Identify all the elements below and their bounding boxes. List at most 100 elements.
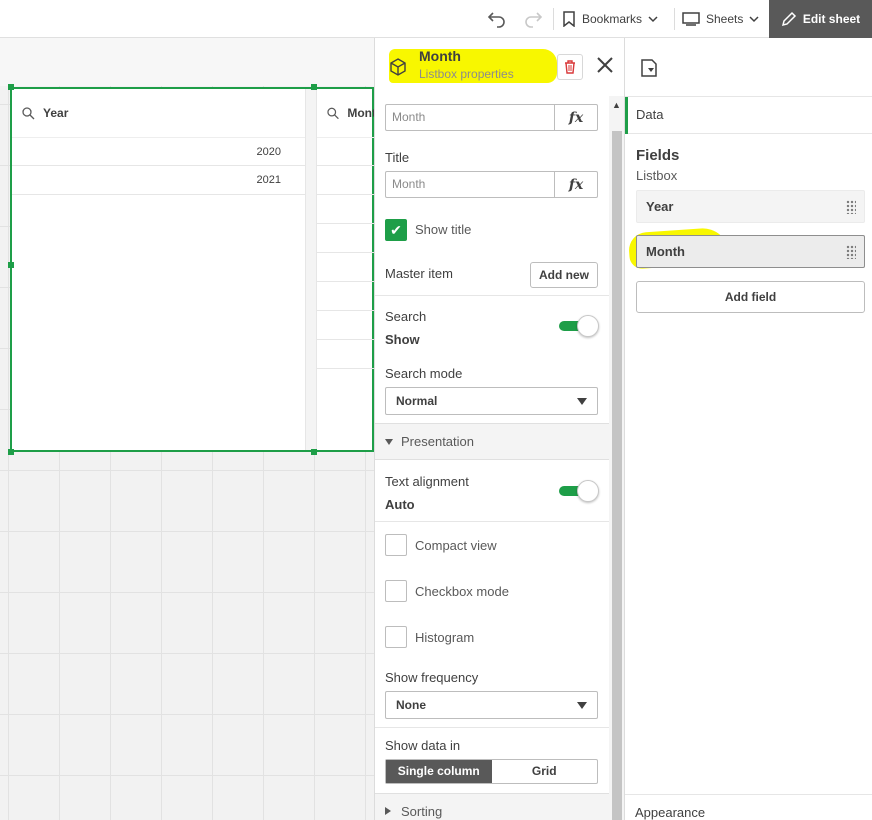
search-mode-select[interactable]: Normal	[385, 387, 598, 415]
text-alignment-label: Text alignment	[385, 474, 469, 489]
properties-body: Month fx Title Month fx ✔ Show title Mas…	[375, 96, 609, 820]
listbox-header[interactable]: Mont	[317, 89, 376, 137]
field-item-year[interactable]: Year	[636, 190, 865, 223]
drag-handle-icon[interactable]	[846, 245, 856, 259]
title-input[interactable]: Month fx	[385, 171, 598, 198]
undo-icon[interactable]	[486, 8, 508, 30]
data-panel: Data Fields Listbox Year Month Add field…	[624, 38, 872, 820]
add-new-button[interactable]: Add new	[530, 262, 598, 288]
listbox-title: Year	[43, 106, 69, 120]
field-item-label: Year	[646, 199, 674, 214]
field-expression-input[interactable]: Month fx	[385, 104, 598, 131]
caret-down-icon	[577, 398, 587, 405]
divider	[375, 295, 609, 296]
data-tab-bar: Data	[625, 96, 872, 134]
divider	[375, 727, 609, 728]
show-frequency-select[interactable]: None	[385, 691, 598, 719]
resize-handle[interactable]	[8, 262, 14, 268]
scroll-up-icon[interactable]: ▲	[612, 100, 621, 110]
properties-title: Month	[419, 48, 461, 64]
add-field-button[interactable]: Add field	[636, 281, 865, 313]
histogram-checkbox[interactable]	[385, 626, 407, 648]
redo-icon[interactable]	[522, 8, 544, 30]
bookmarks-label: Bookmarks	[582, 12, 643, 26]
presentation-label: Presentation	[401, 434, 474, 449]
resize-handle[interactable]	[311, 449, 317, 455]
text-alignment-value: Auto	[385, 497, 415, 512]
search-toggle[interactable]	[559, 315, 599, 337]
grid-option[interactable]: Grid	[492, 760, 598, 783]
properties-panel: Month Listbox properties Month fx Title …	[374, 38, 625, 820]
list-item[interactable]	[317, 282, 376, 311]
scrollbar-thumb[interactable]	[612, 131, 622, 820]
compact-view-label: Compact view	[415, 538, 497, 553]
fields-title: Fields	[636, 147, 680, 164]
list-item[interactable]	[317, 311, 376, 340]
canvas-header-area	[0, 38, 374, 86]
list-item[interactable]	[317, 224, 376, 253]
show-title-label: Show title	[415, 222, 472, 237]
list-item[interactable]	[317, 195, 376, 224]
presentation-section-header[interactable]: Presentation	[375, 423, 609, 460]
edit-sheet-label: Edit sheet	[802, 12, 861, 26]
search-value: Show	[385, 332, 420, 347]
search-icon	[22, 106, 35, 119]
title-label: Title	[385, 150, 410, 165]
resize-handle[interactable]	[8, 449, 14, 455]
list-item[interactable]	[317, 340, 376, 369]
chevron-down-icon	[749, 16, 759, 23]
checkbox-mode-label: Checkbox mode	[415, 584, 509, 599]
column-gap	[306, 89, 316, 450]
field-value: Month	[392, 110, 426, 124]
caret-down-icon	[577, 702, 587, 709]
cube-icon	[390, 58, 406, 76]
show-title-checkbox[interactable]: ✔	[385, 219, 407, 241]
field-item-label: Month	[646, 244, 685, 259]
compact-view-checkbox[interactable]	[385, 534, 407, 556]
show-data-in-toggle: Single column Grid	[385, 759, 598, 784]
listbox-year[interactable]: Year 2020 2021	[12, 89, 306, 450]
listbox-header[interactable]: Year	[12, 89, 305, 137]
panel-toggle-icon[interactable]	[639, 58, 659, 78]
list-item[interactable]: 2021	[12, 166, 305, 195]
search-mode-value: Normal	[396, 394, 438, 408]
resize-handle[interactable]	[8, 84, 14, 90]
list-item[interactable]	[317, 253, 376, 282]
listbox-title: Mont	[347, 106, 376, 120]
caret-right-icon	[385, 807, 391, 815]
single-column-option[interactable]: Single column	[386, 760, 492, 783]
fx-expression-icon[interactable]: fx	[554, 105, 597, 130]
close-icon[interactable]	[596, 53, 614, 81]
sorting-section-header[interactable]: Sorting	[375, 793, 609, 820]
sheets-icon	[682, 12, 700, 26]
bookmarks-button[interactable]: Bookmarks	[562, 0, 658, 38]
show-data-in-label: Show data in	[385, 738, 461, 753]
field-item-month[interactable]: Month	[636, 235, 865, 268]
tab-data[interactable]: Data	[625, 97, 663, 134]
chevron-down-icon	[648, 16, 658, 23]
list-item[interactable]	[317, 137, 376, 166]
checkbox-mode-checkbox[interactable]	[385, 580, 407, 602]
sheets-button[interactable]: Sheets	[682, 0, 759, 38]
caret-down-icon	[385, 439, 393, 445]
search-mode-label: Search mode	[385, 366, 463, 381]
appearance-tab[interactable]: Appearance	[625, 794, 872, 820]
histogram-label: Histogram	[415, 630, 475, 645]
drag-handle-icon[interactable]	[846, 200, 856, 214]
divider	[375, 521, 609, 522]
title-value: Month	[392, 177, 426, 191]
top-toolbar: Bookmarks Sheets Edit sheet	[0, 0, 872, 38]
list-item[interactable]: 2020	[12, 137, 305, 166]
edit-sheet-button[interactable]: Edit sheet	[769, 0, 872, 38]
fields-subtitle: Listbox	[636, 168, 678, 183]
resize-handle[interactable]	[311, 84, 317, 90]
pencil-icon	[781, 11, 796, 27]
master-item-label: Master item	[385, 266, 453, 281]
search-label: Search	[385, 309, 427, 324]
fx-expression-icon[interactable]: fx	[554, 172, 597, 197]
list-item[interactable]	[317, 166, 376, 195]
delete-button[interactable]	[557, 54, 583, 80]
listbox-month[interactable]: Mont	[316, 89, 376, 450]
text-alignment-toggle[interactable]	[559, 480, 599, 502]
listbox-object-selected[interactable]: Year 2020 2021 Mont	[10, 87, 376, 452]
